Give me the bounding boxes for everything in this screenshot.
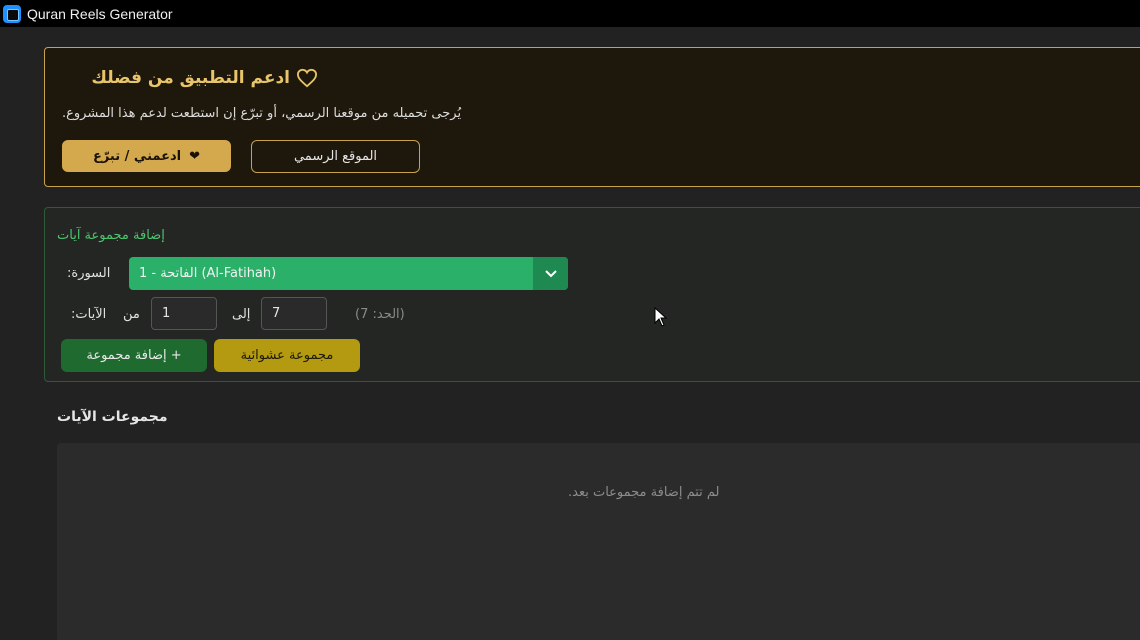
add-group-title: إضافة مجموعة آيات	[57, 228, 165, 243]
from-label: من	[123, 307, 140, 322]
app-icon	[3, 4, 21, 23]
heart-icon	[296, 68, 318, 88]
support-card: ادعم التطبيق من فضلك يُرجى تحميله من موق…	[44, 47, 1140, 187]
main-content: ادعم التطبيق من فضلك يُرجى تحميله من موق…	[0, 27, 1140, 640]
surah-value: 1 - الفاتحة (Al-Fatihah)	[139, 266, 277, 281]
official-site-button[interactable]: الموقع الرسمي	[251, 140, 420, 173]
empty-state-text: لم تتم إضافة مجموعات بعد.	[568, 485, 720, 500]
ayat-label: الآيات:	[71, 307, 107, 322]
surah-label: السورة:	[67, 266, 111, 281]
site-label: الموقع الرسمي	[293, 149, 378, 164]
donate-label: ادعمني / تبرّع	[92, 148, 182, 164]
support-title: ادعم التطبيق من فضلك	[91, 68, 290, 88]
from-ayah-input[interactable]	[151, 297, 217, 330]
random-group-label: مجموعة عشوائية	[240, 348, 334, 363]
mouse-cursor-icon	[654, 307, 668, 327]
heart-icon: ❤	[189, 148, 201, 164]
ayah-limit: (الحد: 7)	[355, 307, 405, 322]
window-title: Quran Reels Generator	[27, 5, 173, 22]
groups-list: لم تتم إضافة مجموعات بعد.	[57, 443, 1140, 640]
add-group-label: إضافة مجموعة +	[86, 348, 182, 363]
to-ayah-input[interactable]	[261, 297, 327, 330]
chevron-down-icon[interactable]	[533, 257, 568, 290]
title-bar: Quran Reels Generator	[0, 0, 1140, 27]
donate-button[interactable]: ادعمني / تبرّع ❤	[62, 140, 231, 172]
support-heading: ادعم التطبيق من فضلك	[62, 66, 322, 90]
random-group-button[interactable]: مجموعة عشوائية	[214, 339, 360, 372]
to-label: إلى	[232, 307, 251, 322]
add-group-card: إضافة مجموعة آيات السورة: 1 - الفاتحة (A…	[44, 207, 1140, 382]
surah-select[interactable]: 1 - الفاتحة (Al-Fatihah)	[129, 257, 568, 290]
support-text: يُرجى تحميله من موقعنا الرسمي، أو تبرّع …	[62, 106, 462, 121]
groups-title: مجموعات الآيات	[57, 409, 168, 425]
add-group-button[interactable]: إضافة مجموعة +	[61, 339, 207, 372]
